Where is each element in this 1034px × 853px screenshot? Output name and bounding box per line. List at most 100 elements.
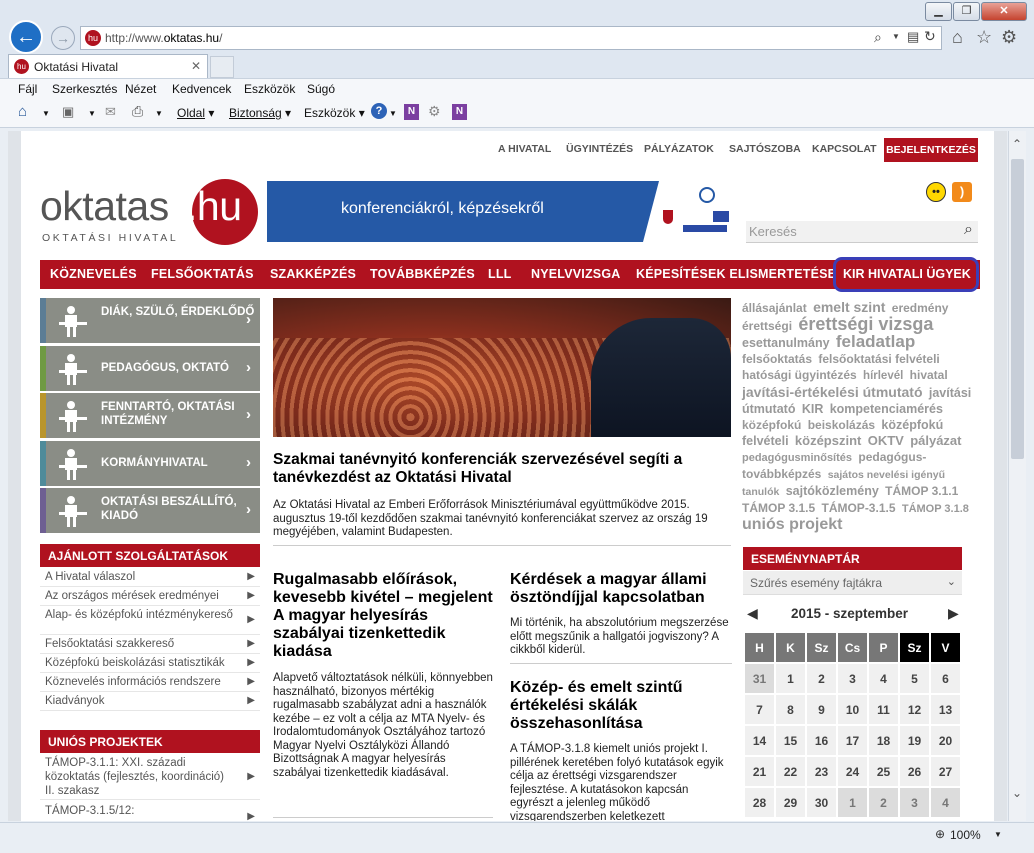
- tag-link[interactable]: beiskolázás: [808, 418, 875, 432]
- calendar-day[interactable]: 3: [900, 788, 929, 817]
- dropdown-icon[interactable]: ▼: [389, 109, 397, 118]
- site-search-box[interactable]: Keresés ⌕: [746, 221, 978, 243]
- audience-tile[interactable]: PEDAGÓGUS, OKTATÓ ›: [40, 345, 260, 391]
- zoom-level[interactable]: 100%: [950, 828, 981, 842]
- calendar-day[interactable]: 3: [838, 664, 867, 693]
- calendar-day[interactable]: 13: [931, 695, 960, 724]
- dropdown-icon[interactable]: ▼: [42, 109, 50, 118]
- calendar-day[interactable]: 31: [745, 664, 774, 693]
- menu-favorites[interactable]: Kedvencek: [172, 82, 231, 96]
- scroll-up-icon[interactable]: ⌃: [1012, 137, 1022, 151]
- recommended-item[interactable]: Köznevelés információs rendszere ▶: [40, 673, 260, 692]
- calendar-day[interactable]: 1: [838, 788, 867, 817]
- tag-link[interactable]: uniós projekt: [742, 516, 842, 533]
- audience-tile[interactable]: OKTATÁSI BESZÁLLÍTÓ, KIADÓ ›: [40, 488, 260, 533]
- page-menu[interactable]: Oldal ▾: [177, 106, 214, 120]
- scroll-down-icon[interactable]: ⌄: [1012, 786, 1022, 800]
- tag-link[interactable]: sajtóközlemény: [786, 484, 879, 498]
- onenote-linked-icon[interactable]: N: [452, 104, 467, 120]
- vertical-scrollbar[interactable]: ⌃ ⌄: [1008, 131, 1026, 821]
- print-icon[interactable]: ⎙: [132, 103, 143, 120]
- eu-project-item[interactable]: TÁMOP-3.1.1: XXI. századi közoktatás (fe…: [40, 754, 260, 800]
- feeds-icon[interactable]: ▣: [62, 104, 74, 120]
- nav-szakkepzes[interactable]: SZAKKÉPZÉS: [270, 267, 356, 281]
- calendar-day[interactable]: 27: [931, 757, 960, 786]
- calendar-day[interactable]: 7: [745, 695, 774, 724]
- recommended-item[interactable]: Alap- és középfokú intézménykereső ▶: [40, 606, 260, 635]
- tag-link[interactable]: eredmény: [892, 301, 949, 315]
- home-cmd-icon[interactable]: ⌂: [18, 103, 27, 120]
- safety-menu[interactable]: Biztonság ▾: [229, 106, 291, 120]
- article-title[interactable]: Rugalmasabb előírások, kevesebb kivétel …: [273, 571, 498, 661]
- minimize-button[interactable]: ▁: [925, 2, 952, 21]
- calendar-day[interactable]: 24: [838, 757, 867, 786]
- topnav-kapcsolat[interactable]: KAPCSOLAT: [812, 143, 877, 155]
- hero-title[interactable]: Szakmai tanévnyitó konferenciák szervezé…: [273, 451, 723, 487]
- calendar-next-icon[interactable]: ▶: [948, 605, 959, 622]
- calendar-day[interactable]: 18: [869, 726, 898, 755]
- favorites-star-icon[interactable]: ☆: [976, 27, 992, 48]
- audience-tile[interactable]: FENNTARTÓ, OKTATÁSI INTÉZMÉNY ›: [40, 393, 260, 438]
- search-icon[interactable]: ⌕: [874, 29, 882, 46]
- audience-tile[interactable]: KORMÁNYHIVATAL ›: [40, 440, 260, 486]
- calendar-day[interactable]: 15: [776, 726, 805, 755]
- calendar-day[interactable]: 5: [900, 664, 929, 693]
- eu-project-item[interactable]: TÁMOP-3.1.5/12: ▶: [40, 802, 260, 821]
- calendar-day[interactable]: 11: [869, 695, 898, 724]
- scroll-thumb[interactable]: [1011, 159, 1024, 459]
- forward-button[interactable]: →: [51, 26, 75, 50]
- calendar-day[interactable]: 26: [900, 757, 929, 786]
- tag-link[interactable]: felsőoktatási felvételi: [818, 352, 939, 366]
- tag-link[interactable]: feladatlap: [836, 332, 915, 351]
- calendar-day[interactable]: 19: [900, 726, 929, 755]
- calendar-day[interactable]: 2: [869, 788, 898, 817]
- calendar-day[interactable]: 28: [745, 788, 774, 817]
- topnav-sajtoszoba[interactable]: SAJTÓSZOBA: [729, 143, 801, 155]
- new-tab-button[interactable]: [210, 56, 234, 78]
- back-button[interactable]: ←: [9, 20, 43, 54]
- nav-nyelvvizsga[interactable]: NYELVVIZSGA: [531, 267, 620, 281]
- calendar-day[interactable]: 1: [776, 664, 805, 693]
- tag-link[interactable]: TÁMOP 3.1.1: [885, 484, 958, 498]
- tag-link[interactable]: pedagógusminősítés: [742, 452, 852, 464]
- calendar-day[interactable]: 4: [869, 664, 898, 693]
- nav-kir-hivatali-ugyek[interactable]: KIR HIVATALI ÜGYEK: [833, 257, 979, 292]
- tag-link[interactable]: érettségi: [742, 319, 792, 333]
- nav-felsooktatas[interactable]: FELSŐOKTATÁS: [151, 267, 254, 281]
- tag-link[interactable]: pályázat: [910, 433, 961, 448]
- topnav-palyazatok[interactable]: PÁLYÁZATOK: [644, 143, 714, 155]
- tag-link[interactable]: állásajánlat: [742, 301, 807, 315]
- calendar-prev-icon[interactable]: ◀: [747, 605, 758, 622]
- tag-link[interactable]: kompetenciamérés: [830, 402, 943, 416]
- tab-close-icon[interactable]: ✕: [191, 59, 201, 73]
- tag-link[interactable]: hírlevél: [863, 370, 903, 382]
- nav-kepesitesek[interactable]: KÉPESÍTÉSEK ELISMERTETÉSE: [636, 267, 836, 281]
- recommended-item[interactable]: A Hivatal válaszol ▶: [40, 568, 260, 587]
- tag-link[interactable]: felsőoktatás: [742, 352, 812, 366]
- dropdown-icon[interactable]: ▼: [88, 109, 96, 118]
- calendar-day[interactable]: 14: [745, 726, 774, 755]
- search-magnifier-icon[interactable]: ⌕: [964, 221, 973, 239]
- tag-link[interactable]: középszint: [795, 433, 861, 448]
- topnav-hivatal[interactable]: A HIVATAL: [498, 143, 551, 155]
- tag-link[interactable]: javítási-értékelési útmutató: [742, 384, 923, 400]
- menu-file[interactable]: Fájl: [18, 82, 37, 96]
- calendar-day[interactable]: 25: [869, 757, 898, 786]
- url-text[interactable]: http://www.oktatas.hu/: [105, 31, 222, 45]
- tag-link[interactable]: OKTV: [868, 433, 904, 448]
- tag-link[interactable]: hatósági ügyintézés: [742, 368, 857, 382]
- recommended-item[interactable]: Felsőoktatási szakkereső ▶: [40, 635, 260, 654]
- tag-link[interactable]: TÁMOP 3.1.5: [742, 501, 815, 515]
- recommended-item[interactable]: Középfokú beiskolázási statisztikák ▶: [40, 654, 260, 673]
- calendar-day[interactable]: 21: [745, 757, 774, 786]
- tag-link[interactable]: esettanulmány: [742, 336, 830, 350]
- topnav-ugyintezes[interactable]: ÜGYINTÉZÉS: [566, 143, 633, 155]
- calendar-day[interactable]: 12: [900, 695, 929, 724]
- rss-icon[interactable]: ): [952, 182, 972, 202]
- tag-link[interactable]: középfokú: [742, 418, 801, 432]
- calendar-day[interactable]: 20: [931, 726, 960, 755]
- article-title[interactable]: Közép- és emelt szintű értékelési skálák…: [510, 679, 710, 733]
- calendar-day[interactable]: 4: [931, 788, 960, 817]
- tab-active[interactable]: hu Oktatási Hivatal ✕: [8, 54, 208, 78]
- recommended-item[interactable]: Kiadványok ▶: [40, 692, 260, 711]
